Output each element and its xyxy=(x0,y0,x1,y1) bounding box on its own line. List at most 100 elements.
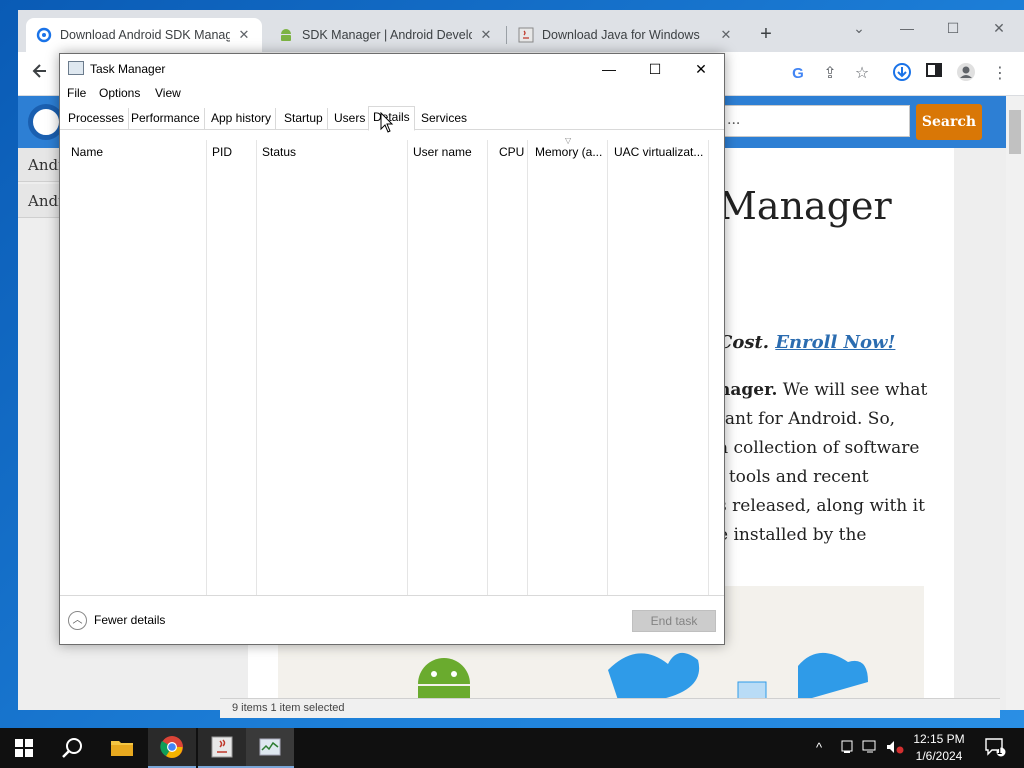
site-search-button[interactable]: Search xyxy=(916,104,982,140)
column-divider[interactable] xyxy=(256,140,257,595)
taskbar-chrome[interactable] xyxy=(148,728,196,768)
menu-bar: File Options View xyxy=(60,84,724,104)
body-line: s released, along with it xyxy=(718,496,925,516)
column-divider[interactable] xyxy=(708,140,709,595)
page-scrollbar[interactable] xyxy=(1006,96,1024,710)
enroll-link[interactable]: Enroll Now! xyxy=(775,332,895,353)
column-header-memory[interactable]: Memory (a... xyxy=(529,140,609,164)
column-divider[interactable] xyxy=(607,140,608,595)
taskbar-search-button[interactable] xyxy=(48,728,96,768)
file-explorer-icon xyxy=(111,741,133,756)
mouse-cursor-icon xyxy=(380,112,394,133)
download-icon[interactable] xyxy=(890,62,914,86)
profile-avatar-icon[interactable] xyxy=(954,62,978,86)
tab-separator xyxy=(506,26,507,44)
close-button[interactable]: ✕ xyxy=(678,54,724,84)
tab-users[interactable]: Users xyxy=(330,108,371,130)
window-title: Task Manager xyxy=(90,62,166,76)
column-header-status[interactable]: Status xyxy=(256,140,406,164)
taskbar-java[interactable] xyxy=(198,728,246,768)
column-divider[interactable] xyxy=(527,140,528,595)
menu-options[interactable]: Options xyxy=(99,86,140,100)
start-icon xyxy=(15,739,33,757)
column-header-name[interactable]: Name xyxy=(65,140,205,164)
tab-strip: Download Android SDK Manage ✕ SDK Manage… xyxy=(18,10,1024,52)
taskbar-file-explorer[interactable] xyxy=(98,728,146,768)
google-g-icon[interactable]: G xyxy=(786,62,810,86)
minimize-button[interactable]: — xyxy=(586,54,632,84)
close-icon[interactable]: ✕ xyxy=(718,27,734,43)
chrome-icon xyxy=(160,736,183,758)
task-manager-titlebar[interactable]: Task Manager — ☐ ✕ xyxy=(60,54,724,84)
tab-title: Download Android SDK Manage xyxy=(60,28,230,42)
minimize-button[interactable]: — xyxy=(884,14,930,42)
maximize-button[interactable]: ☐ xyxy=(930,14,976,42)
side-panel-icon[interactable] xyxy=(922,62,946,86)
body-line: nager. We will see what xyxy=(718,380,927,400)
tab-services[interactable]: Services xyxy=(417,108,471,130)
body-bold: nager. xyxy=(718,380,778,400)
hub-logo-icon xyxy=(36,27,52,43)
column-divider[interactable] xyxy=(206,140,207,595)
tab-search-chevron-icon[interactable]: ⌄ xyxy=(836,14,882,42)
article-title: Manager xyxy=(718,184,892,228)
new-tab-button[interactable]: + xyxy=(754,22,778,46)
tray-chevron-up-icon[interactable]: ^ xyxy=(816,740,822,755)
start-button[interactable] xyxy=(0,728,48,768)
browser-tab-android-sdk[interactable]: Download Android SDK Manage ✕ xyxy=(26,18,262,52)
close-button[interactable]: ✕ xyxy=(976,14,1022,42)
tab-processes[interactable]: Processes xyxy=(64,108,130,130)
tab-app-history[interactable]: App history xyxy=(207,108,277,130)
fewer-details-link[interactable]: Fewer details xyxy=(94,613,165,627)
promo-label: Cost. xyxy=(718,332,770,353)
body-line: a collection of software xyxy=(718,438,920,458)
column-header-pid[interactable]: PID xyxy=(206,140,256,164)
promo-text: Cost. Enroll Now! xyxy=(718,332,895,353)
body-line: e installed by the xyxy=(718,525,867,545)
java-icon xyxy=(518,27,534,43)
column-header-uac-virtualization[interactable]: UAC virtualizat... xyxy=(608,140,708,164)
column-divider[interactable] xyxy=(407,140,408,595)
close-icon[interactable]: ✕ xyxy=(478,27,494,43)
browser-tab-java[interactable]: Download Java for Windows ✕ xyxy=(508,18,744,52)
menu-view[interactable]: View xyxy=(155,86,181,100)
body-line: tant for Android. So, xyxy=(718,409,896,429)
more-menu-icon[interactable]: ⋮ xyxy=(988,62,1012,86)
column-header-user-name[interactable]: User name xyxy=(407,140,487,164)
menu-file[interactable]: File xyxy=(67,86,86,100)
java-icon xyxy=(211,736,233,758)
taskbar-task-manager[interactable] xyxy=(246,728,294,768)
search-icon xyxy=(62,738,82,758)
bookmark-star-icon[interactable]: ☆ xyxy=(850,62,874,86)
details-table: ▽ Name PID Status User name CPU Memory (… xyxy=(61,136,723,595)
notification-count: 1 xyxy=(997,746,1003,756)
tab-title: Download Java for Windows xyxy=(542,28,700,42)
task-manager-icon xyxy=(68,61,84,75)
body-line: l tools and recent xyxy=(718,467,869,487)
end-task-button[interactable]: End task xyxy=(632,610,716,632)
network-icon[interactable] xyxy=(862,740,878,757)
column-divider[interactable] xyxy=(487,140,488,595)
scrollbar-thumb[interactable] xyxy=(1009,110,1021,154)
tray-device-icon[interactable] xyxy=(840,740,854,757)
task-manager-icon xyxy=(259,738,281,756)
body-text: We will see what xyxy=(777,380,928,400)
back-arrow-icon[interactable] xyxy=(28,62,52,86)
maximize-button[interactable]: ☐ xyxy=(632,54,678,84)
volume-muted-icon[interactable] xyxy=(886,740,904,757)
explorer-status-bar: 9 items 1 item selected xyxy=(220,698,1000,718)
android-icon xyxy=(281,29,291,41)
browser-tab-sdk-manager[interactable]: SDK Manager | Android Develop ✕ xyxy=(268,18,504,52)
tab-performance[interactable]: Performance xyxy=(127,108,205,130)
system-clock[interactable]: 12:15 PM 1/6/2024 xyxy=(904,731,974,765)
chevron-up-icon[interactable]: ︿ xyxy=(68,611,87,630)
tab-title: SDK Manager | Android Develop xyxy=(302,28,472,42)
notification-center-icon[interactable] xyxy=(984,736,1006,761)
share-icon[interactable]: ⇪ xyxy=(818,62,842,86)
task-manager-window: Task Manager — ☐ ✕ File Options View Pro… xyxy=(59,53,725,645)
tab-startup[interactable]: Startup xyxy=(280,108,328,130)
close-icon[interactable]: ✕ xyxy=(236,27,252,43)
site-search-input[interactable]: ... xyxy=(718,105,910,137)
clock-date: 1/6/2024 xyxy=(915,749,963,763)
task-manager-footer: ︿ Fewer details End task xyxy=(60,595,724,644)
